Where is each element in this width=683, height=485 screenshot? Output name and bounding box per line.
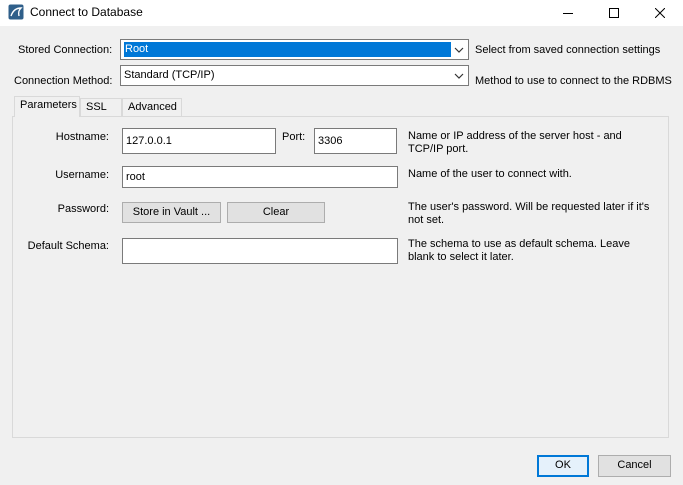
connection-method-select[interactable]: Standard (TCP/IP) — [120, 65, 469, 86]
stored-connection-label: Stored Connection: — [18, 44, 113, 56]
port-label: Port: — [282, 131, 306, 143]
connection-method-value: Standard (TCP/IP) — [124, 69, 215, 81]
username-value: root — [126, 171, 145, 183]
username-input[interactable]: root — [122, 166, 398, 188]
default-schema-help: The schema to use as default schema. Lea… — [408, 238, 630, 263]
window-title: Connect to Database — [30, 5, 143, 19]
parameters-panel — [12, 116, 669, 438]
ok-button[interactable]: OK — [537, 455, 589, 477]
cancel-button[interactable]: Cancel — [598, 455, 671, 477]
default-schema-input[interactable] — [122, 238, 398, 264]
hostname-value: 127.0.0.1 — [126, 135, 172, 147]
default-schema-label: Default Schema: — [27, 240, 109, 252]
chevron-down-icon — [454, 73, 464, 79]
chevron-down-icon — [454, 47, 464, 53]
close-button[interactable] — [637, 0, 683, 26]
tab-advanced[interactable]: Advanced — [122, 98, 182, 117]
stored-connection-select[interactable]: Root — [120, 39, 469, 60]
clear-password-button[interactable]: Clear — [227, 202, 325, 223]
stored-connection-help: Select from saved connection settings — [475, 44, 661, 56]
connection-method-label: Connection Method: — [14, 75, 113, 87]
stored-connection-value: Root — [124, 42, 451, 57]
password-help: The user's password. Will be requested l… — [408, 201, 650, 226]
hostname-help: Name or IP address of the server host - … — [408, 130, 622, 155]
minimize-button[interactable] — [545, 0, 591, 26]
tab-parameters[interactable]: Parameters — [14, 96, 80, 117]
minimize-icon — [563, 13, 573, 14]
maximize-button[interactable] — [591, 0, 637, 26]
port-value: 3306 — [318, 135, 343, 147]
close-icon — [655, 8, 665, 18]
tab-ssl[interactable]: SSL — [80, 98, 122, 117]
username-help: Name of the user to connect with. — [408, 168, 572, 180]
password-label: Password: — [57, 203, 109, 215]
port-input[interactable]: 3306 — [314, 128, 397, 154]
maximize-icon — [609, 8, 619, 18]
dolphin-app-icon — [8, 4, 24, 20]
hostname-input[interactable]: 127.0.0.1 — [122, 128, 276, 154]
store-in-vault-button[interactable]: Store in Vault ... — [122, 202, 221, 223]
connection-method-help: Method to use to connect to the RDBMS — [475, 75, 672, 87]
hostname-label: Hostname: — [55, 131, 109, 143]
username-label: Username: — [55, 169, 109, 181]
